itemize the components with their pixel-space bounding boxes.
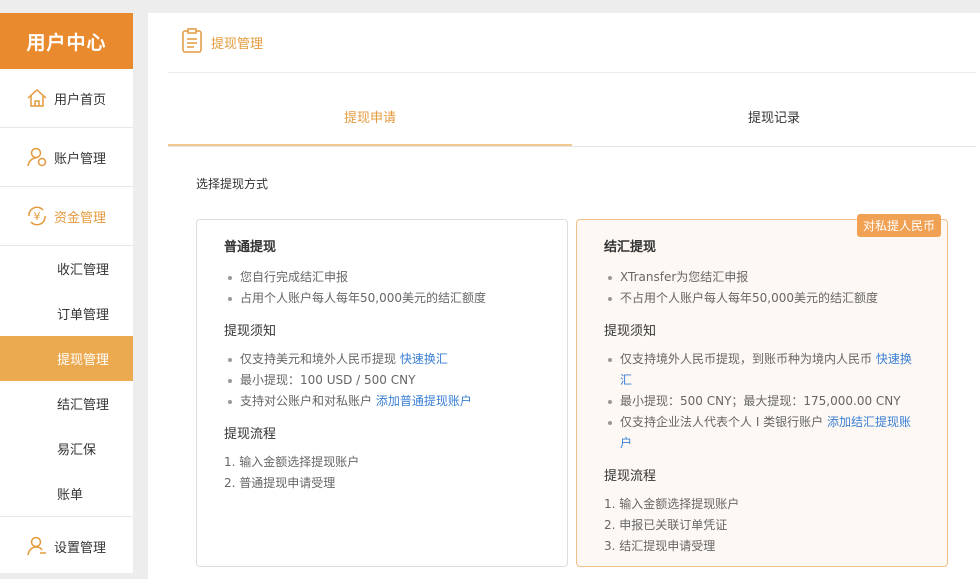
sidebar-item-settings[interactable]: 设置管理	[0, 516, 133, 575]
yen-exchange-icon: ¥	[25, 204, 49, 228]
sidebar-sub-withdraw[interactable]: 提现管理	[0, 336, 133, 381]
sidebar: 用户中心 用户首页 账户管理 ¥ 资金管理 收汇管理 订单管理 提现管理 结汇管…	[0, 13, 133, 573]
sidebar-item-label: 设置管理	[54, 540, 107, 556]
notice-text: 仅支持境外人民币提现，到账币种为境内人民币	[620, 352, 876, 366]
flow-title: 提现流程	[224, 427, 277, 442]
tab-records[interactable]: 提现记录	[572, 99, 976, 146]
sidebar-item-label: 账户管理	[54, 151, 107, 167]
list-item: 最小提现：500 CNY；最大提现：175,000.00 CNY	[604, 391, 920, 412]
sidebar-sub-collection[interactable]: 收汇管理	[0, 246, 133, 291]
main-content: 提现管理 提现申请 提现记录 选择提现方式 普通提现 您自行完成结汇申报 占用个…	[148, 13, 980, 579]
page-header: 提现管理	[168, 13, 976, 73]
list-item: 仅支持境外人民币提现，到账币种为境内人民币 快速换汇	[604, 349, 920, 391]
notice-text: 仅支持美元和境外人民币提现	[240, 352, 400, 366]
list-item: 占用个人账户每人每年50,000美元的结汇额度	[224, 288, 540, 309]
list-item: 仅支持美元和境外人民币提现 快速换汇	[224, 349, 540, 370]
sidebar-sub-orders[interactable]: 订单管理	[0, 291, 133, 336]
notice-text: 支持对公账户和对私账户	[240, 394, 376, 408]
add-normal-account-link[interactable]: 添加普通提现账户	[376, 394, 472, 408]
sidebar-title: 用户中心	[0, 13, 133, 69]
tab-apply[interactable]: 提现申请	[168, 99, 572, 146]
normal-withdraw-card[interactable]: 普通提现 您自行完成结汇申报 占用个人账户每人每年50,000美元的结汇额度 提…	[196, 219, 568, 567]
list-item: 2. 普通提现申请受理	[224, 476, 336, 490]
sidebar-sub-yihuibao[interactable]: 易汇保	[0, 426, 133, 471]
sidebar-item-label: 资金管理	[54, 210, 107, 226]
sidebar-item-account[interactable]: 账户管理	[0, 128, 133, 187]
feature-list: 您自行完成结汇申报 占用个人账户每人每年50,000美元的结汇额度	[224, 267, 540, 309]
notice-list: 仅支持境外人民币提现，到账币种为境内人民币 快速换汇 最小提现：500 CNY；…	[604, 349, 920, 454]
list-item: 仅支持企业法人代表个人 I 类银行账户 添加结汇提现账户	[604, 412, 920, 454]
list-item: XTransfer为您结汇申报	[604, 267, 920, 288]
list-item: 支持对公账户和对私账户 添加普通提现账户	[224, 391, 540, 412]
user-settings-icon	[25, 534, 49, 558]
status-badge: 对私提人民币	[856, 214, 941, 237]
sidebar-item-label: 用户首页	[54, 92, 107, 108]
list-item: 不占用个人账户每人每年50,000美元的结汇额度	[604, 288, 920, 309]
page-title: 提现管理	[211, 37, 264, 52]
notice-text: 仅支持企业法人代表个人 I 类银行账户	[620, 415, 827, 429]
list-item: 您自行完成结汇申报	[224, 267, 540, 288]
select-method-label: 选择提现方式	[196, 177, 269, 191]
list-item: 2. 申报已关联订单凭证	[604, 518, 728, 532]
clipboard-icon	[181, 27, 203, 58]
svg-text:¥: ¥	[34, 210, 41, 223]
notice-list: 仅支持美元和境外人民币提现 快速换汇 最小提现：100 USD / 500 CN…	[224, 349, 540, 412]
sidebar-item-home[interactable]: 用户首页	[0, 69, 133, 128]
sidebar-item-funds[interactable]: ¥ 资金管理	[0, 187, 133, 246]
list-item: 1. 输入金额选择提现账户	[224, 455, 360, 469]
tab-bar: 提现申请 提现记录	[168, 99, 976, 147]
fx-withdraw-card[interactable]: 对私提人民币 结汇提现 XTransfer为您结汇申报 不占用个人账户每人每年5…	[576, 214, 948, 567]
flow-title: 提现流程	[604, 469, 657, 484]
card-title: 普通提现	[224, 240, 277, 255]
feature-list: XTransfer为您结汇申报 不占用个人账户每人每年50,000美元的结汇额度	[604, 267, 920, 309]
flow-list: 1. 输入金额选择提现账户 2. 申报已关联订单凭证 3. 结汇提现申请受理	[604, 494, 920, 557]
quick-exchange-link[interactable]: 快速换汇	[400, 352, 448, 366]
card-title: 结汇提现	[604, 240, 657, 255]
list-item: 1. 输入金额选择提现账户	[604, 497, 740, 511]
notice-title: 提现须知	[224, 324, 277, 339]
notice-title: 提现须知	[604, 324, 657, 339]
flow-list: 1. 输入金额选择提现账户 2. 普通提现申请受理	[224, 452, 540, 494]
sidebar-sub-settlement[interactable]: 结汇管理	[0, 381, 133, 426]
list-item: 3. 结汇提现申请受理	[604, 539, 716, 553]
sidebar-sub-bill[interactable]: 账单	[0, 471, 133, 516]
list-item: 最小提现：100 USD / 500 CNY	[224, 370, 540, 391]
home-icon	[25, 86, 49, 110]
user-account-icon	[25, 145, 49, 169]
